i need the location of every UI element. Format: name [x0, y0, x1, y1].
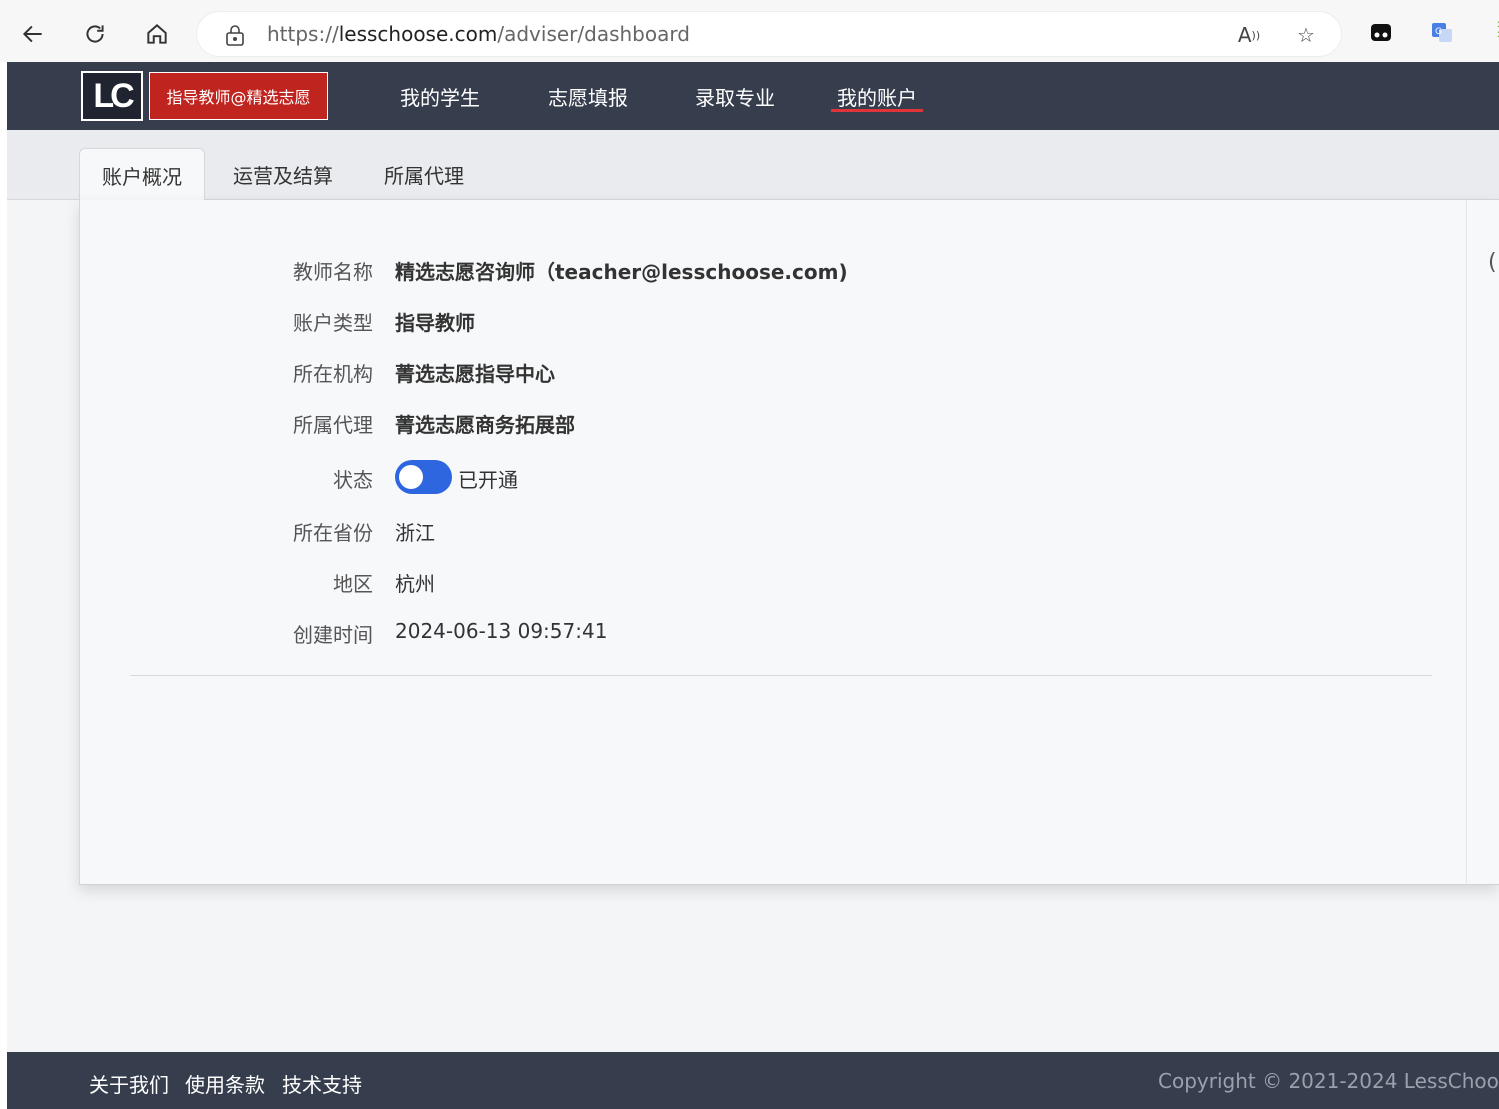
card-side-divider — [1466, 200, 1467, 885]
nav-my-account[interactable]: 我的账户 — [831, 62, 923, 130]
agent-label: 所属代理 — [293, 413, 373, 437]
read-aloud-icon[interactable]: A)) — [1235, 21, 1263, 49]
card-divider — [130, 675, 1432, 676]
side-panel-icon[interactable]: ( — [1488, 250, 1497, 275]
status-value: 已开通 — [458, 468, 518, 492]
region-label: 地区 — [333, 572, 373, 596]
extension-icon[interactable] — [1367, 18, 1395, 46]
agent-value: 菁选志愿商务拓展部 — [395, 413, 575, 437]
nav-my-students[interactable]: 我的学生 — [400, 62, 480, 130]
nav-admission-majors[interactable]: 录取专业 — [695, 62, 775, 130]
copyright-text: Copyright © 2021-2024 LessChoose — [1158, 1069, 1499, 1093]
footer-about-link[interactable]: 关于我们 — [89, 1069, 169, 1098]
footer-support-link[interactable]: 技术支持 — [282, 1069, 362, 1098]
tab-affiliated-agent[interactable]: 所属代理 — [384, 148, 464, 200]
logo-text: LC — [93, 76, 134, 115]
role-badge[interactable]: 指导教师@精选志愿 — [149, 72, 328, 120]
favorite-star-icon[interactable]: ☆ — [1292, 21, 1320, 49]
tab-account-overview[interactable]: 账户概况 — [79, 148, 205, 201]
page-left-edge — [0, 62, 7, 1109]
nav-application-fill[interactable]: 志愿填报 — [548, 62, 628, 130]
institution-value: 菁选志愿指导中心 — [395, 362, 555, 386]
app-header: LC 指导教师@精选志愿 我的学生 志愿填报 录取专业 我的账户 — [7, 62, 1499, 130]
translate-icon[interactable]: G — [1428, 18, 1456, 46]
refresh-icon[interactable] — [75, 14, 115, 54]
lock-icon — [226, 25, 244, 46]
home-icon[interactable] — [137, 14, 177, 54]
back-arrow-icon[interactable] — [13, 14, 53, 54]
account-type-value: 指导教师 — [395, 311, 475, 335]
teacher-name-value: 精选志愿咨询师（teacher@lesschoose.com) — [395, 260, 848, 284]
tab-operations-settlement[interactable]: 运营及结算 — [233, 148, 333, 200]
status-label: 状态 — [333, 468, 373, 492]
institution-label: 所在机构 — [293, 362, 373, 386]
tab-bar — [7, 130, 1499, 200]
province-label: 所在省份 — [293, 521, 373, 545]
created-time-value: 2024-06-13 09:57:41 — [395, 619, 608, 643]
region-value: 杭州 — [395, 572, 435, 596]
status-toggle[interactable] — [395, 460, 452, 494]
created-time-label: 创建时间 — [293, 623, 373, 647]
footer: 关于我们 使用条款 技术支持 Copyright © 2021-2024 Les… — [7, 1052, 1499, 1109]
svg-text:G: G — [1435, 27, 1442, 37]
address-bar[interactable]: https://lesschoose.com/adviser/dashboard… — [196, 11, 1342, 57]
teacher-name-label: 教师名称 — [293, 260, 373, 284]
province-value: 浙江 — [395, 521, 435, 545]
account-type-label: 账户类型 — [293, 311, 373, 335]
footer-terms-link[interactable]: 使用条款 — [185, 1069, 265, 1098]
toggle-knob — [399, 465, 423, 489]
extension-green-icon[interactable]: ⁑ — [1488, 18, 1499, 46]
browser-toolbar: https://lesschoose.com/adviser/dashboard… — [0, 0, 1499, 62]
url-text: https://lesschoose.com/adviser/dashboard — [267, 22, 690, 46]
lc-logo[interactable]: LC — [81, 71, 143, 121]
